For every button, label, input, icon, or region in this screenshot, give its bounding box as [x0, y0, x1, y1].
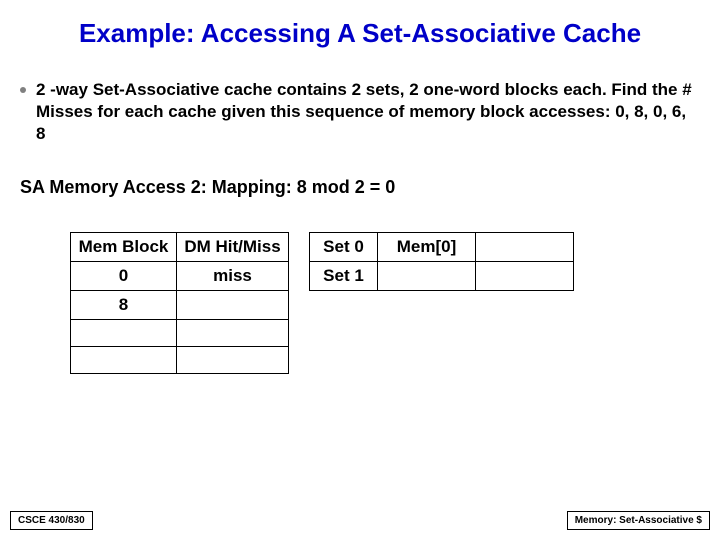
footer-left: CSCE 430/830 — [10, 511, 93, 530]
footer: CSCE 430/830 Memory: Set-Associative $ — [10, 511, 710, 530]
cell — [476, 233, 574, 262]
table-row: 8 — [71, 291, 289, 320]
table-row: 0 miss — [71, 262, 289, 291]
cell — [71, 347, 177, 374]
bullet-text: 2 -way Set-Associative cache contains 2 … — [36, 79, 700, 145]
col-header: Mem Block — [71, 233, 177, 262]
cell: 8 — [71, 291, 177, 320]
bullet-dot-icon — [20, 87, 26, 93]
table-row — [71, 347, 289, 374]
cell: Mem[0] — [378, 233, 476, 262]
footer-right: Memory: Set-Associative $ — [567, 511, 710, 530]
cell — [71, 320, 177, 347]
table-row — [71, 320, 289, 347]
cell — [378, 262, 476, 291]
table-row: Set 0 Mem[0] — [310, 233, 574, 262]
bullet-item: 2 -way Set-Associative cache contains 2 … — [0, 49, 720, 145]
slide-title: Example: Accessing A Set-Associative Cac… — [0, 0, 720, 49]
table-row: Mem Block DM Hit/Miss — [71, 233, 289, 262]
cell: Set 1 — [310, 262, 378, 291]
cache-table: Set 0 Mem[0] Set 1 — [309, 232, 574, 291]
cell: Set 0 — [310, 233, 378, 262]
subheading: SA Memory Access 2: Mapping: 8 mod 2 = 0 — [0, 145, 720, 198]
cell — [177, 291, 289, 320]
tables-container: Mem Block DM Hit/Miss 0 miss 8 Set 0 Mem… — [0, 198, 720, 374]
cell: miss — [177, 262, 289, 291]
cell — [177, 320, 289, 347]
table-row: Set 1 — [310, 262, 574, 291]
cell — [476, 262, 574, 291]
access-table: Mem Block DM Hit/Miss 0 miss 8 — [70, 232, 289, 374]
cell: 0 — [71, 262, 177, 291]
col-header: DM Hit/Miss — [177, 233, 289, 262]
cell — [177, 347, 289, 374]
